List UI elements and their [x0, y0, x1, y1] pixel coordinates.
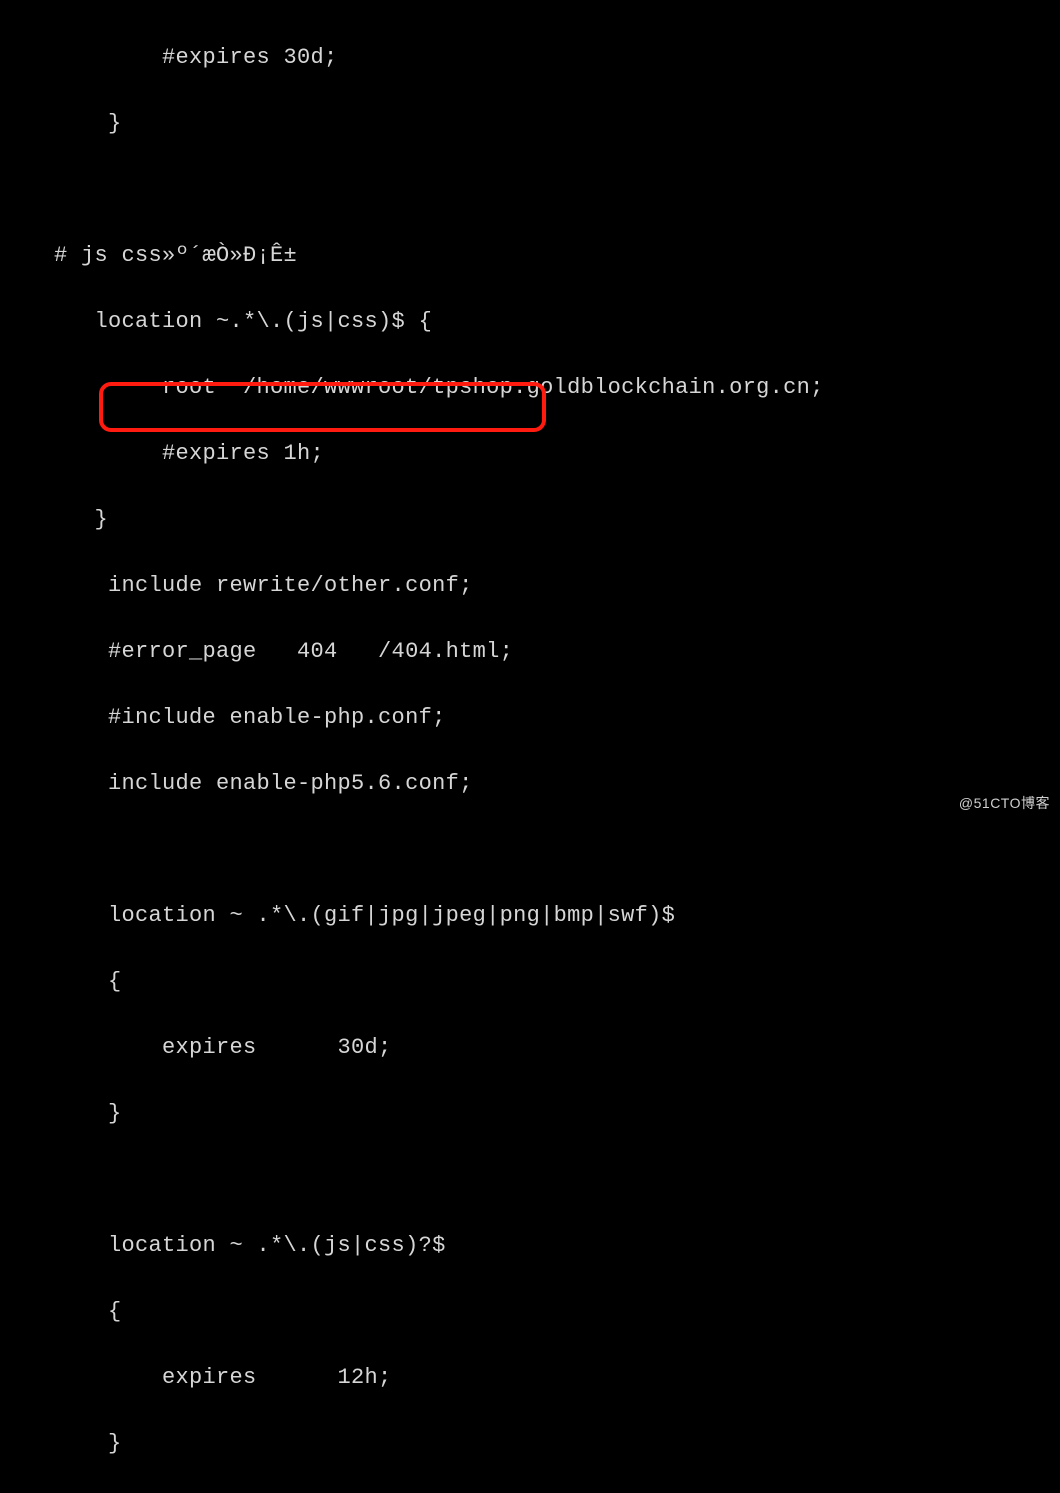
code-line: expires 12h;	[0, 1361, 1060, 1394]
code-line	[0, 833, 1060, 866]
code-line: }	[0, 107, 1060, 140]
code-line: #include enable-php.conf;	[0, 701, 1060, 734]
code-line-highlighted: include enable-php5.6.conf;	[0, 767, 1060, 800]
watermark-text: @51CTO博客	[959, 793, 1050, 814]
code-line: include rewrite/other.conf;	[0, 569, 1060, 602]
code-line: location ~ .*\.(gif|jpg|jpeg|png|bmp|swf…	[0, 899, 1060, 932]
code-line: #expires 30d;	[0, 41, 1060, 74]
code-line: {	[0, 965, 1060, 998]
code-line: location ~.*\.(js|css)$ {	[0, 305, 1060, 338]
code-line: expires 30d;	[0, 1031, 1060, 1064]
code-line: }	[0, 1097, 1060, 1130]
code-line: #expires 1h;	[0, 437, 1060, 470]
code-line: # js css»º´æÒ»Ð¡Ê±	[0, 239, 1060, 272]
code-line: }	[0, 503, 1060, 536]
code-line: {	[0, 1295, 1060, 1328]
code-line: #error_page 404 /404.html;	[0, 635, 1060, 668]
code-line	[0, 173, 1060, 206]
code-line: location ~ .*\.(js|css)?$	[0, 1229, 1060, 1262]
code-line: }	[0, 1427, 1060, 1460]
code-line	[0, 1163, 1060, 1196]
nginx-config-code: #expires 30d; } # js css»º´æÒ»Ð¡Ê± locat…	[0, 0, 1060, 1493]
code-line: root /home/wwwroot/tpshop.goldblockchain…	[0, 371, 1060, 404]
